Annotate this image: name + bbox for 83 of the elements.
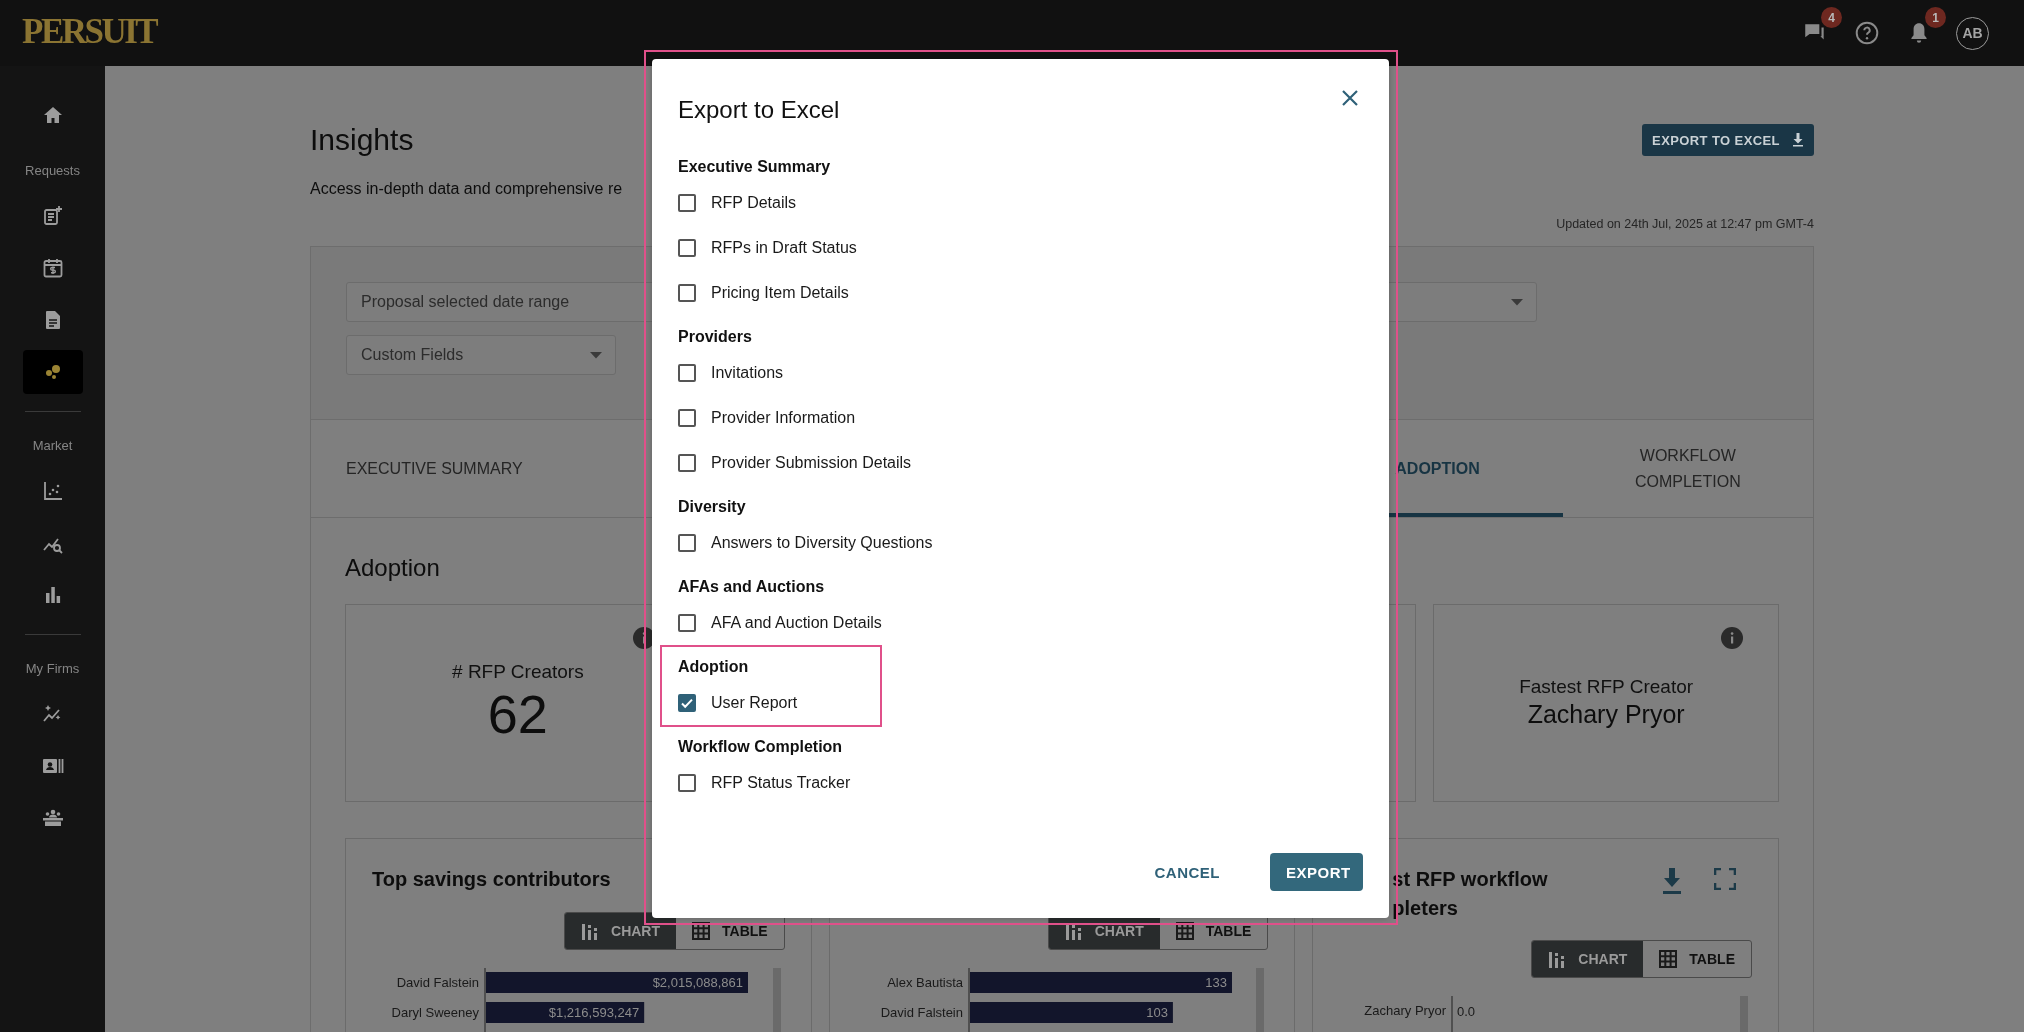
export-button[interactable]: EXPORT bbox=[1270, 853, 1363, 891]
updated-text: Updated on 24th Jul, 2025 at 12:47 pm GMT-4 bbox=[1555, 216, 1814, 233]
group-heading: Diversity bbox=[678, 497, 747, 517]
dialog-title: Export to Excel bbox=[678, 95, 840, 125]
logo[interactable]: PERSUIT bbox=[22, 12, 157, 52]
checkbox-label[interactable]: Provider Information bbox=[711, 408, 856, 427]
grid-icon bbox=[1659, 950, 1678, 968]
view-toggle-button[interactable]: TABLE bbox=[676, 913, 784, 949]
download-button[interactable] bbox=[1661, 868, 1683, 894]
help-icon bbox=[1854, 20, 1880, 46]
view-toggle-button[interactable]: CHART bbox=[565, 913, 677, 949]
sidebar-section-label: Requests bbox=[25, 162, 80, 180]
chart-title: Top savings contributors bbox=[372, 867, 611, 892]
checkbox[interactable] bbox=[678, 613, 696, 632]
category-label: Zachary Pryor bbox=[1364, 1003, 1447, 1018]
group-heading: Workflow Completion bbox=[678, 737, 844, 757]
tab[interactable]: EXECUTIVE SUMMARY bbox=[311, 420, 562, 517]
checkbox[interactable] bbox=[678, 533, 696, 552]
checkbox-label[interactable]: RFPs in Draft Status bbox=[711, 238, 857, 257]
group-heading: AFAs and Auctions bbox=[678, 577, 826, 597]
sidebar-section-label: My Firms bbox=[25, 660, 80, 678]
value-label: $2,015,088,861 bbox=[652, 975, 743, 990]
value-label: 133 bbox=[1204, 975, 1227, 990]
value-label: 0.0 bbox=[1457, 1004, 1476, 1019]
axis-line bbox=[484, 968, 486, 1032]
badge: 1 bbox=[1925, 7, 1946, 28]
group-heading: Executive Summary bbox=[678, 157, 832, 177]
checkbox[interactable] bbox=[678, 773, 696, 792]
checkbox-label[interactable]: Invitations bbox=[711, 363, 784, 382]
group-heading: Providers bbox=[678, 327, 753, 347]
checkbox-label[interactable]: Provider Submission Details bbox=[711, 453, 912, 472]
bar-chart-icon bbox=[581, 922, 600, 940]
checkbox[interactable] bbox=[678, 193, 696, 212]
checkbox[interactable] bbox=[678, 283, 696, 302]
checkbox-label[interactable]: RFP Details bbox=[711, 193, 797, 212]
checkbox-label[interactable]: User Report bbox=[711, 693, 798, 712]
info-icon bbox=[1721, 627, 1743, 649]
value-label: $1,216,593,247 bbox=[548, 1005, 640, 1020]
category-label: David Falstein bbox=[880, 1005, 963, 1020]
badge: 4 bbox=[1821, 7, 1842, 28]
sidebar-section-label: Market bbox=[32, 437, 73, 455]
group-heading: Adoption bbox=[678, 657, 750, 677]
checkbox[interactable] bbox=[678, 363, 696, 382]
bar-chart-icon bbox=[1548, 950, 1567, 968]
stat-value: 62 bbox=[487, 683, 548, 745]
page-description: Access in-depth data and comprehensive re bbox=[310, 179, 624, 199]
close-icon bbox=[1342, 90, 1358, 106]
download-icon bbox=[1661, 868, 1683, 894]
view-toggle-button[interactable]: CHART bbox=[1532, 941, 1644, 977]
axis-line bbox=[968, 968, 970, 1032]
checkbox-label[interactable]: RFP Status Tracker bbox=[711, 773, 851, 792]
checkbox[interactable] bbox=[678, 238, 696, 257]
page-title: Insights bbox=[310, 123, 414, 157]
grid-icon bbox=[692, 922, 711, 940]
section-title: Adoption bbox=[345, 553, 441, 583]
stat-label: Fastest RFP Creator bbox=[1519, 676, 1694, 698]
stat-label: # RFP Creators bbox=[452, 661, 584, 683]
checkbox-label[interactable]: AFA and Auction Details bbox=[711, 613, 882, 632]
checkbox[interactable] bbox=[678, 453, 696, 472]
sidebar-item[interactable] bbox=[22, 350, 83, 394]
stat-value: Zachary Pryor bbox=[1527, 699, 1685, 730]
dropdown-field[interactable]: Custom Fields bbox=[346, 335, 616, 375]
axis-line bbox=[1451, 996, 1453, 1032]
category-label: Daryl Sweeney bbox=[391, 1005, 479, 1020]
view-toggle-button[interactable]: TABLE bbox=[1159, 913, 1268, 949]
checkbox-label[interactable]: Pricing Item Details bbox=[711, 283, 849, 302]
category-label: David Falstein bbox=[396, 975, 479, 990]
checkbox[interactable] bbox=[678, 408, 696, 427]
caret-icon bbox=[1511, 299, 1523, 306]
close-button[interactable] bbox=[1342, 90, 1358, 106]
category-label: Alex Bautista bbox=[886, 975, 963, 990]
download-icon bbox=[1791, 133, 1804, 147]
fullscreen-icon bbox=[1714, 868, 1736, 890]
view-toggle-button[interactable]: TABLE bbox=[1643, 941, 1751, 977]
checkbox[interactable] bbox=[678, 693, 696, 712]
caret-icon bbox=[590, 352, 602, 359]
tab[interactable]: WORKFLOW COMPLETION bbox=[1562, 420, 1813, 517]
grid-icon bbox=[1175, 922, 1194, 940]
bar-chart-icon bbox=[1064, 922, 1083, 940]
checkbox-label[interactable]: Answers to Diversity Questions bbox=[711, 533, 933, 552]
cancel-button[interactable]: CANCEL bbox=[1138, 853, 1236, 891]
export-button[interactable]: EXPORT TO EXCEL bbox=[1642, 124, 1814, 156]
value-label: 103 bbox=[1145, 1005, 1168, 1020]
